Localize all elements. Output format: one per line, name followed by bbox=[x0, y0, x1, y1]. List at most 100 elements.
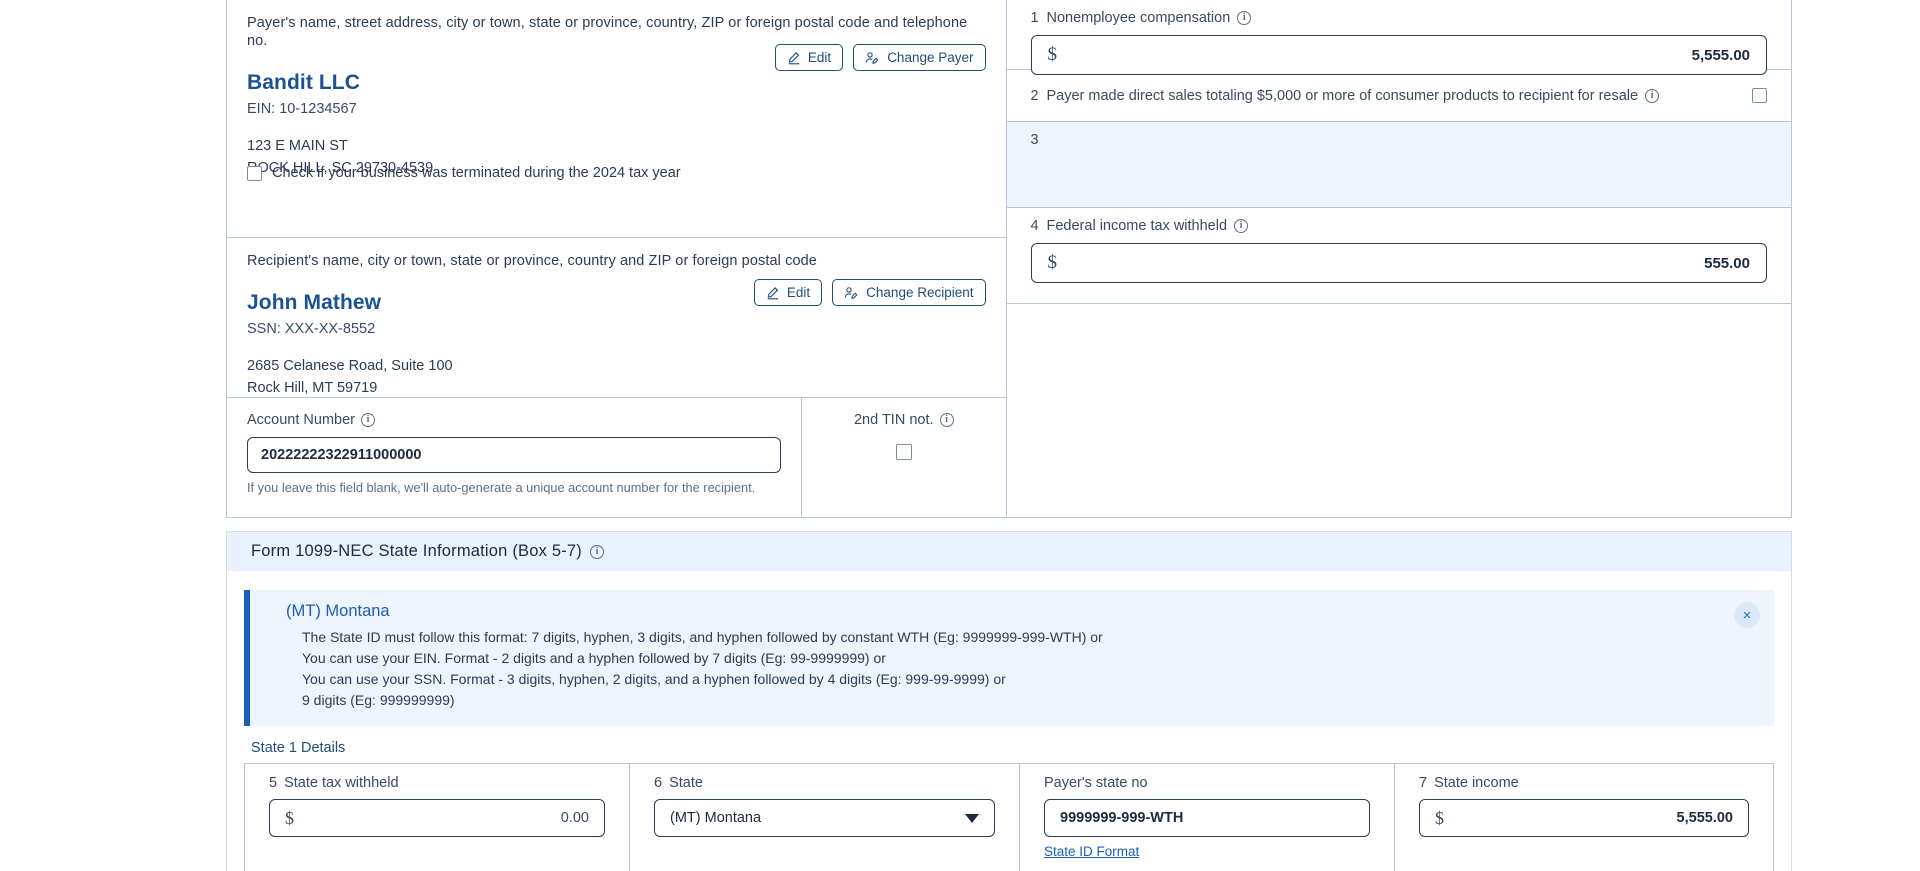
chevron-down-icon bbox=[965, 813, 979, 823]
payer-actions: Edit Change Payer bbox=[774, 44, 986, 71]
edit-recipient-button[interactable]: Edit bbox=[753, 279, 823, 306]
box-1-label-row: 1 Nonemployee compensation i bbox=[1031, 10, 1768, 26]
user-edit-icon bbox=[844, 286, 859, 300]
edit-payer-button[interactable]: Edit bbox=[774, 44, 844, 71]
box-5-label: State tax withheld bbox=[284, 775, 399, 791]
payer-state-no-cell: Payer's state no State ID Format bbox=[1020, 764, 1395, 871]
box-5-number: 5 bbox=[269, 775, 278, 791]
state-id-format-link[interactable]: State ID Format bbox=[1044, 844, 1139, 859]
payer-state-no-label: Payer's state no bbox=[1044, 775, 1148, 791]
right-column-filler bbox=[1007, 304, 1792, 517]
state-id-format-callout: × (MT) Montana The State ID must follow … bbox=[244, 590, 1774, 726]
box-1-input[interactable]: $ 5,555.00 bbox=[1030, 35, 1767, 75]
info-icon[interactable]: i bbox=[1645, 88, 1660, 103]
recipient-ssn: SSN: XXX-XX-8552 bbox=[247, 321, 376, 337]
recipient-address: 2685 Celanese Road, Suite 100 Rock Hill,… bbox=[247, 355, 986, 399]
box-2-number: 2 bbox=[1030, 87, 1039, 104]
box-2-label-row: 2 Payer made direct sales totaling $5,00… bbox=[1031, 88, 1753, 104]
info-icon[interactable]: i bbox=[361, 413, 375, 427]
edit-recipient-label: Edit bbox=[786, 285, 811, 300]
box-2-checkbox[interactable] bbox=[1752, 88, 1767, 103]
payer-address-line-1: 123 E MAIN ST bbox=[247, 138, 348, 154]
state-information-title: Form 1099-NEC State Information (Box 5-7… bbox=[251, 542, 582, 560]
info-icon[interactable]: i bbox=[1234, 219, 1249, 233]
payer-block: Payer's name, street address, city or to… bbox=[227, 0, 1006, 238]
dollar-sign-icon: $ bbox=[1047, 44, 1058, 65]
dollar-sign-icon: $ bbox=[285, 807, 294, 828]
change-payer-label: Change Payer bbox=[887, 50, 974, 65]
box-6-label: State bbox=[669, 775, 703, 791]
box-7-number: 7 bbox=[1419, 775, 1428, 791]
box-5-label-row: 5 State tax withheld bbox=[269, 775, 605, 791]
recipient-caption: Recipient's name, city or town, state or… bbox=[247, 253, 817, 269]
form-1099-nec-page: Payer's name, street address, city or to… bbox=[0, 0, 1920, 871]
callout-line-4: 9 digits (Eg: 999999999) bbox=[302, 692, 455, 708]
second-tin-cell: 2nd TIN not. i bbox=[802, 398, 1006, 517]
payer-state-no-input[interactable] bbox=[1044, 799, 1370, 837]
change-recipient-button[interactable]: Change Recipient bbox=[832, 279, 986, 306]
pencil-icon bbox=[787, 51, 801, 65]
box-7-state-income: 7 State income $ 5,555.00 bbox=[1395, 764, 1773, 871]
edit-payer-label: Edit bbox=[807, 50, 832, 65]
state-information-header: Form 1099-NEC State Information (Box 5-7… bbox=[227, 532, 1791, 571]
payer-name: Bandit LLC bbox=[247, 71, 360, 94]
box-2-label: Payer made direct sales totaling $5,000 … bbox=[1046, 87, 1639, 104]
right-column: 1 Nonemployee compensation i $ 5,555.00 … bbox=[1006, 0, 1792, 517]
box-7-label: State income bbox=[1434, 775, 1519, 791]
account-number-label: Account Number bbox=[247, 412, 355, 428]
box-2-direct-sales: 2 Payer made direct sales totaling $5,00… bbox=[1006, 70, 1791, 122]
state-1-details-grid: 5 State tax withheld $ 0.00 6 State (MT)… bbox=[244, 763, 1774, 871]
box-3-label-row: 3 bbox=[1031, 132, 1768, 148]
box-5-input[interactable]: $ 0.00 bbox=[269, 799, 605, 837]
box-1-value: 5,555.00 bbox=[1691, 46, 1750, 64]
recipient-actions: Edit Change Recipient bbox=[753, 279, 986, 306]
second-tin-checkbox[interactable] bbox=[895, 444, 912, 460]
business-terminated-label: Check if your business was terminated du… bbox=[272, 165, 681, 181]
box-1-label: Nonemployee compensation bbox=[1046, 10, 1231, 26]
dollar-sign-icon: $ bbox=[1047, 252, 1058, 273]
box-7-label-row: 7 State income bbox=[1419, 775, 1749, 791]
info-icon[interactable]: i bbox=[1237, 11, 1252, 25]
account-number-label-row: Account Number i bbox=[247, 412, 781, 428]
close-icon[interactable]: × bbox=[1734, 602, 1760, 628]
state-information-panel: Form 1099-NEC State Information (Box 5-7… bbox=[226, 531, 1792, 871]
callout-line-1: The State ID must follow this format: 7 … bbox=[302, 629, 1103, 645]
callout-line-2: You can use your EIN. Format - 2 digits … bbox=[302, 650, 886, 666]
box-6-selected-value: (MT) Montana bbox=[670, 810, 762, 826]
box-3-reserved: 3 bbox=[1006, 122, 1791, 208]
box-1-number: 1 bbox=[1030, 10, 1039, 26]
box-3-number: 3 bbox=[1030, 132, 1039, 148]
change-payer-button[interactable]: Change Payer bbox=[853, 44, 986, 71]
box-7-value: 5,555.00 bbox=[1676, 810, 1733, 826]
second-tin-label: 2nd TIN not. bbox=[853, 412, 934, 428]
pencil-icon bbox=[766, 286, 780, 300]
business-terminated-row: Check if your business was terminated du… bbox=[247, 165, 681, 181]
payer-ein: EIN: 10-1234567 bbox=[247, 101, 357, 117]
box-5-state-tax-withheld: 5 State tax withheld $ 0.00 bbox=[245, 764, 630, 871]
box-6-number: 6 bbox=[654, 775, 663, 791]
account-number-hint: If you leave this field blank, we'll aut… bbox=[247, 480, 756, 495]
box-4-input[interactable]: $ 555.00 bbox=[1030, 243, 1767, 283]
left-column: Payer's name, street address, city or to… bbox=[227, 0, 1007, 517]
info-icon[interactable]: i bbox=[939, 413, 954, 427]
box-4-label-row: 4 Federal income tax withheld i bbox=[1031, 218, 1768, 234]
box-1-nonemployee-compensation: 1 Nonemployee compensation i $ 5,555.00 bbox=[1006, 0, 1791, 75]
payer-state-no-label-row: Payer's state no bbox=[1044, 775, 1370, 791]
state-1-details-label: State 1 Details bbox=[251, 740, 346, 756]
box-6-state-dropdown[interactable]: (MT) Montana bbox=[654, 799, 995, 837]
recipient-address-line-2: Rock Hill, MT 59719 bbox=[247, 380, 378, 396]
box-4-number: 4 bbox=[1030, 218, 1039, 234]
box-5-value: 0.00 bbox=[560, 810, 589, 826]
box-4-value: 555.00 bbox=[1704, 254, 1750, 272]
box-7-input[interactable]: $ 5,555.00 bbox=[1419, 799, 1749, 837]
account-row: Account Number i If you leave this field… bbox=[227, 398, 1006, 517]
info-icon[interactable]: i bbox=[590, 544, 604, 559]
second-tin-label-row: 2nd TIN not. i bbox=[802, 412, 1006, 428]
recipient-block: Recipient's name, city or town, state or… bbox=[227, 238, 1006, 398]
account-number-input[interactable] bbox=[247, 437, 781, 473]
box-6-state: 6 State (MT) Montana bbox=[630, 764, 1020, 871]
business-terminated-checkbox[interactable] bbox=[247, 165, 262, 181]
change-recipient-label: Change Recipient bbox=[866, 285, 974, 300]
form-card: Payer's name, street address, city or to… bbox=[226, 0, 1792, 518]
dollar-sign-icon: $ bbox=[1435, 807, 1444, 828]
